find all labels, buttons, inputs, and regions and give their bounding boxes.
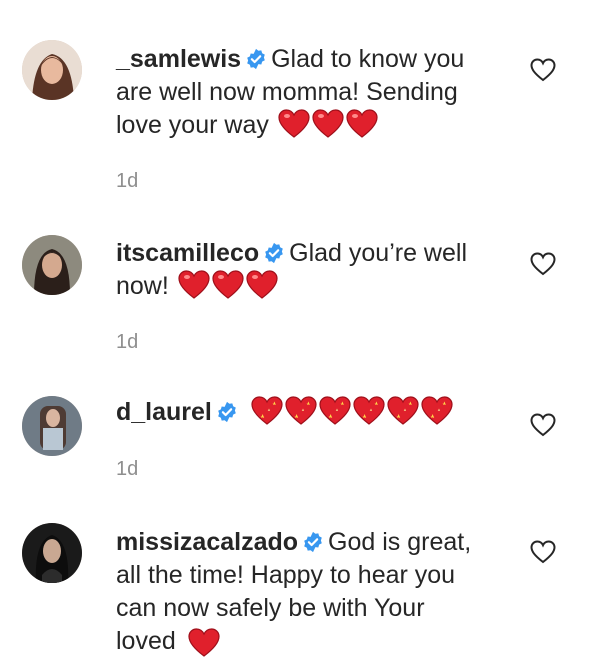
- comment-body: d_laurel: [116, 396, 488, 435]
- comment-body: _samlewis Glad to know you are well now m…: [116, 43, 488, 148]
- heart-outline-icon[interactable]: [530, 252, 556, 276]
- verified-badge-icon: [247, 48, 265, 70]
- avatar[interactable]: [22, 235, 82, 295]
- sparkling-heart-icon: [353, 396, 385, 425]
- comment-username[interactable]: _samlewis: [116, 45, 241, 73]
- sparkling-heart-icon: [285, 396, 317, 425]
- sparkling-heart-icon: [319, 396, 351, 425]
- avatar[interactable]: [22, 396, 82, 456]
- avatar[interactable]: [22, 523, 82, 583]
- emoji-row: [176, 270, 278, 309]
- red-heart-icon: [312, 109, 344, 138]
- comment-body: missizacalzado God is great, all the time…: [116, 526, 488, 658]
- comment-body: itscamilleco Glad you’re well now!: [116, 237, 488, 309]
- verified-badge-icon: [218, 401, 236, 423]
- red-heart-icon: [178, 270, 210, 299]
- sparkling-heart-icon: [251, 396, 283, 425]
- comment-timestamp[interactable]: 1d: [116, 331, 138, 354]
- red-heart-icon: [278, 109, 310, 138]
- comment-timestamp[interactable]: 1d: [116, 170, 138, 193]
- verified-badge-icon: [265, 242, 283, 264]
- emoji-row: [249, 396, 453, 435]
- red-heart-icon: [212, 270, 244, 299]
- emoji-row: [276, 109, 378, 148]
- red-heart-icon: [188, 628, 220, 657]
- red-heart-icon: [346, 109, 378, 138]
- heart-outline-icon[interactable]: [530, 58, 556, 82]
- heart-outline-icon[interactable]: [530, 413, 556, 437]
- verified-badge-icon: [304, 531, 322, 553]
- comment-username[interactable]: itscamilleco: [116, 239, 259, 267]
- sparkling-heart-icon: [387, 396, 419, 425]
- avatar[interactable]: [22, 40, 82, 100]
- sparkling-heart-icon: [421, 396, 453, 425]
- comment-timestamp[interactable]: 1d: [116, 458, 138, 481]
- comment-username[interactable]: missizacalzado: [116, 528, 298, 556]
- comment-username[interactable]: d_laurel: [116, 398, 212, 426]
- heart-outline-icon[interactable]: [530, 540, 556, 564]
- red-heart-icon: [246, 270, 278, 299]
